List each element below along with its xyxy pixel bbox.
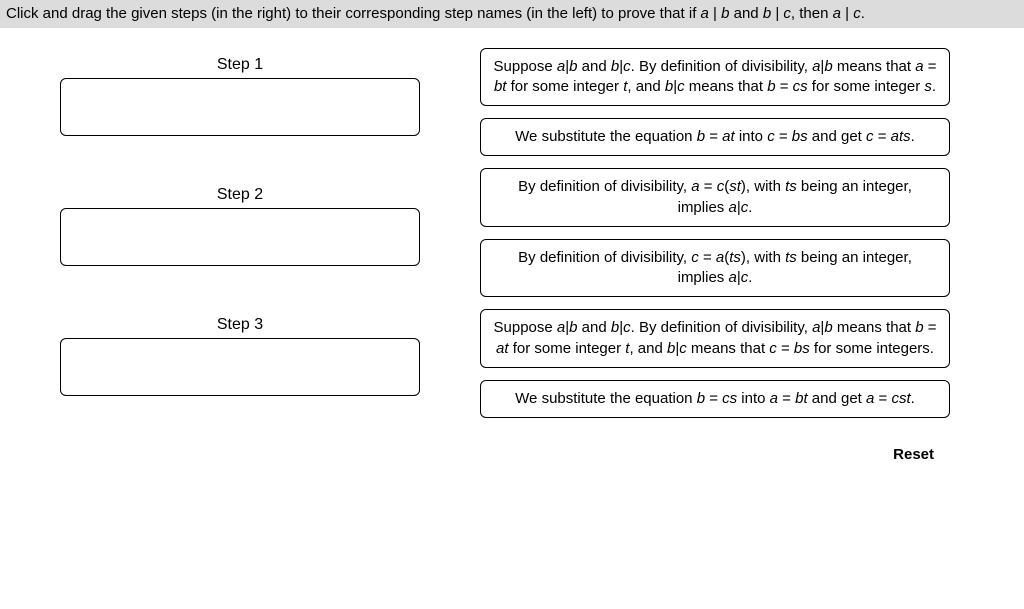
- main-area: Step 1 Step 2 Step 3 Suppose a|b and b|c…: [0, 28, 1024, 429]
- draggable-card-5[interactable]: Suppose a|b and b|c. By definition of di…: [480, 309, 950, 368]
- draggable-card-4[interactable]: By definition of divisibility, c = a(ts)…: [480, 239, 950, 298]
- draggable-card-2[interactable]: We substitute the equation b = at into c…: [480, 118, 950, 156]
- draggable-card-6[interactable]: We substitute the equation b = cs into a…: [480, 380, 950, 418]
- footer: Reset: [0, 428, 1024, 473]
- step-1-dropzone[interactable]: [60, 78, 420, 136]
- step-1-group: Step 1: [30, 56, 450, 136]
- draggable-card-1[interactable]: Suppose a|b and b|c. By definition of di…: [480, 48, 950, 107]
- instruction-bar: Click and drag the given steps (in the r…: [0, 0, 1024, 28]
- step-2-label: Step 2: [217, 186, 263, 204]
- draggable-card-3[interactable]: By definition of divisibility, a = c(st)…: [480, 168, 950, 227]
- step-2-group: Step 2: [30, 186, 450, 266]
- cards-column: Suppose a|b and b|c. By definition of di…: [480, 48, 950, 419]
- step-2-dropzone[interactable]: [60, 208, 420, 266]
- step-3-dropzone[interactable]: [60, 338, 420, 396]
- step-3-group: Step 3: [30, 316, 450, 396]
- reset-button[interactable]: Reset: [893, 446, 934, 463]
- step-1-label: Step 1: [217, 56, 263, 74]
- instruction-text: Click and drag the given steps (in the r…: [6, 5, 701, 22]
- step-3-label: Step 3: [217, 316, 263, 334]
- steps-column: Step 1 Step 2 Step 3: [30, 48, 450, 419]
